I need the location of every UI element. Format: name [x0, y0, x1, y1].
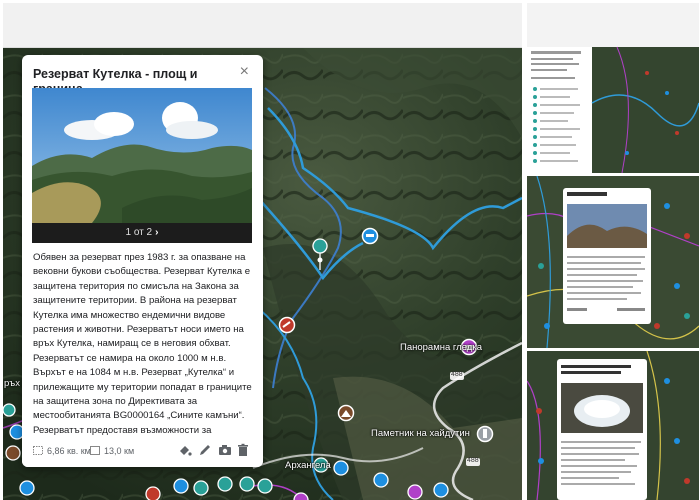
style-icon[interactable] — [178, 443, 192, 457]
thumbnail-screenshot-1[interactable] — [527, 3, 699, 173]
thumbnail-screenshot-3[interactable] — [527, 351, 699, 500]
area-icon — [33, 446, 43, 455]
popup-footer: 6,86 кв. км 13,0 км — [22, 437, 263, 467]
delete-icon[interactable] — [236, 443, 250, 457]
pager-text: 1 от 2 — [125, 227, 153, 238]
length-stat: 13,0 км — [90, 446, 134, 456]
marker-mountain-icon[interactable] — [337, 404, 355, 422]
chevron-right-icon[interactable]: › — [155, 227, 158, 238]
label-arhangela: Архангела — [285, 460, 331, 471]
area-value: 6,86 кв. км — [47, 446, 91, 456]
label-road-488-a: 488 — [451, 371, 463, 378]
thumbnail-1-graphic — [527, 3, 699, 173]
popup-description: Обявен за резерват през 1983 г. за опазв… — [33, 252, 252, 436]
landscape-photo — [32, 88, 252, 243]
label-monument: Паметник на хайдутин — [371, 428, 470, 439]
area-stat: 6,86 кв. км — [33, 446, 91, 456]
feature-photo[interactable]: 1 от 2 › — [32, 88, 252, 243]
label-panorama: Панорамна гледка — [400, 342, 482, 353]
edit-icon[interactable] — [198, 443, 212, 457]
camera-icon[interactable] — [218, 443, 232, 457]
label-road-488-b: 488 — [467, 457, 479, 464]
marker-monument-icon[interactable] — [476, 425, 494, 443]
perimeter-icon — [90, 446, 100, 455]
marker-red-icon[interactable] — [278, 316, 296, 334]
thumbnail-screenshot-2[interactable] — [527, 176, 699, 348]
photo-pager[interactable]: 1 от 2 › — [32, 223, 252, 243]
thumbnail-2-graphic — [527, 176, 699, 348]
feature-info-popup: Резерват Кутелка - площ и граница × — [22, 55, 263, 467]
app-screen: Панорамна гледка Паметник на хайдутин Ар… — [0, 0, 700, 500]
length-value: 13,0 км — [104, 446, 135, 456]
map-top-bar — [3, 3, 522, 48]
marker-water-icon[interactable] — [361, 227, 379, 245]
close-icon[interactable]: × — [240, 64, 249, 80]
thumbnail-3-graphic — [527, 351, 699, 500]
